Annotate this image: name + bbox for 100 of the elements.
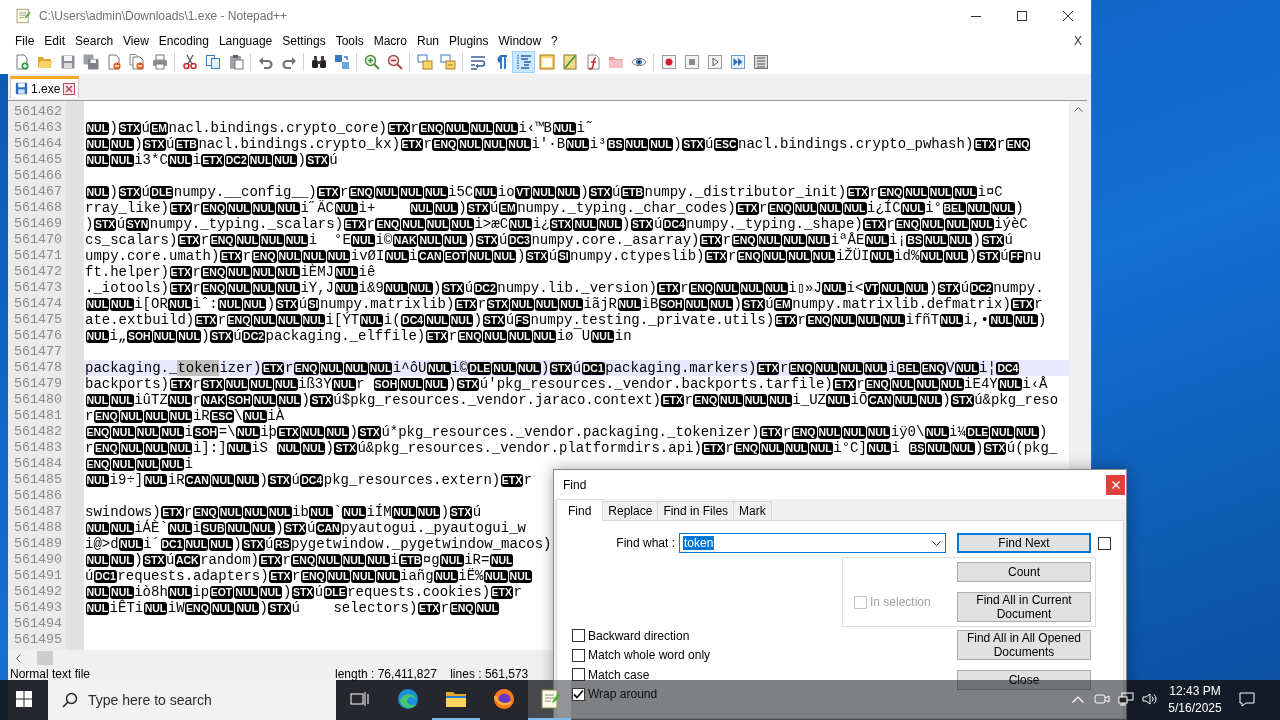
code-text: ) (85, 216, 94, 232)
code-text: ú (612, 184, 621, 200)
control-character-badge: NUL (928, 185, 953, 199)
control-character-badge: NUL (168, 521, 192, 535)
code-text: ú$pkg_resources._vendor.jaraco.context) (333, 392, 661, 408)
control-character-badge: NUL (945, 217, 970, 231)
control-character-badge: ETX (759, 425, 783, 439)
line-number: 561483 (13, 440, 63, 456)
control-character-badge: NUL (276, 201, 300, 215)
code-text: i¡ (889, 232, 906, 248)
control-character-badge: NUL (944, 249, 968, 263)
control-character-badge: NUL (492, 361, 516, 375)
control-character-badge: ENQ (85, 425, 111, 439)
code-text: ) (541, 360, 550, 376)
control-character-badge: NUL (814, 361, 839, 375)
control-character-badge: NUL (473, 185, 498, 199)
line-number: 561490 (13, 552, 63, 568)
control-character-badge: ESC (713, 137, 738, 151)
control-character-badge: ETB (621, 185, 644, 199)
control-character-badge: ETX (219, 249, 243, 263)
code-text: ) (733, 296, 742, 312)
control-character-badge: ENQ (432, 137, 458, 151)
control-character-badge: STX (456, 377, 480, 391)
control-character-badge: NUL (168, 153, 192, 167)
control-character-badge: NUL (210, 601, 235, 615)
code-text: i( (383, 312, 401, 328)
code-text: i¤C (977, 184, 1003, 200)
control-character-badge: NUL (966, 201, 991, 215)
code-text: ú*pkg_resources._vendor.packaging._tokenizer) (381, 424, 760, 440)
control-character-badge: ENQ (449, 601, 475, 615)
control-character-badge: NUL (832, 313, 856, 327)
control-character-badge: SOH (373, 377, 399, 391)
code-text: pygetwindow._pygetwindow_macos) (291, 536, 552, 552)
control-character-badge: NUL (556, 185, 580, 199)
control-character-badge: NUL (423, 377, 448, 391)
control-character-badge: ETX (400, 137, 423, 151)
control-character-badge: BS (908, 441, 926, 455)
checkbox-label: Match case (588, 667, 650, 682)
control-character-badge: ENQ (920, 361, 946, 375)
code-text: r (513, 584, 522, 600)
control-character-badge: ESC (210, 409, 234, 423)
control-character-badge: NUL (409, 201, 434, 215)
control-character-badge: SOH (227, 393, 252, 407)
control-character-badge: STX (275, 297, 299, 311)
code-text: numpy.testing._private.utils) (530, 312, 775, 328)
control-character-badge: ENQ (689, 281, 714, 295)
control-character-badge: NUL (119, 409, 144, 423)
control-character-badge: NUL (184, 537, 209, 551)
control-character-badge: NUL (440, 553, 464, 567)
control-character-badge: STX (467, 201, 490, 215)
control-character-badge: SI (307, 297, 320, 311)
code-text: ú (464, 280, 474, 296)
code-text: i¦ (979, 360, 996, 376)
code-text: i (887, 360, 897, 376)
code-text: ) (467, 232, 476, 248)
control-character-badge: NUL (227, 441, 251, 455)
control-character-badge: NUL (235, 473, 260, 487)
control-character-badge: NUL (532, 329, 557, 343)
control-character-badge: NUL (867, 441, 891, 455)
line-number: 561484 (13, 456, 63, 472)
control-character-badge: NUL (534, 297, 559, 311)
control-character-badge: NUL (243, 409, 267, 423)
code-text: packaging._elffile) (265, 328, 426, 344)
control-character-badge: NUL (111, 425, 135, 439)
code-text: ifñT (905, 312, 940, 328)
control-character-badge: NUL (110, 297, 134, 311)
code-text: i< (846, 280, 864, 296)
code-text: packaging.markers) (605, 360, 757, 376)
code-text: backports) (85, 376, 169, 392)
code-text: iY,J (300, 280, 334, 296)
control-character-badge: NUL (864, 233, 889, 247)
control-character-badge: STX (310, 393, 333, 407)
control-character-badge: NUL (475, 601, 500, 615)
control-character-badge: NUL (160, 457, 185, 471)
control-character-badge: NUL (168, 297, 192, 311)
control-character-badge: NUL (492, 249, 517, 263)
control-character-badge: DC4 (300, 473, 324, 487)
line-number: 561489 (13, 536, 63, 552)
control-character-badge: NUL (351, 233, 375, 247)
code-text: id% (894, 248, 920, 264)
control-character-badge: ENQ (291, 553, 317, 567)
control-character-badge: NUL (939, 313, 964, 327)
code-text: ) (266, 296, 276, 312)
control-character-badge: NUL (342, 505, 366, 519)
control-character-badge: ETX (269, 569, 292, 583)
code-text: ) (972, 232, 981, 248)
control-character-badge: NUL (309, 505, 333, 519)
control-character-badge: NUL (85, 329, 110, 343)
code-text: ) (448, 376, 457, 392)
control-character-badge: ENQ (226, 313, 252, 327)
control-character-badge: NUL (284, 233, 309, 247)
code-text: ft.helper) (85, 264, 169, 280)
control-character-badge: NUL (893, 393, 918, 407)
control-character-badge: NUL (489, 553, 514, 567)
control-character-badge: NAK (201, 393, 227, 407)
code-text: ú (307, 520, 316, 536)
code-text: r (192, 392, 201, 408)
control-character-badge: NUL (989, 313, 1013, 327)
code-text: i@>d (85, 536, 119, 552)
line-number: 561463 (13, 120, 63, 136)
